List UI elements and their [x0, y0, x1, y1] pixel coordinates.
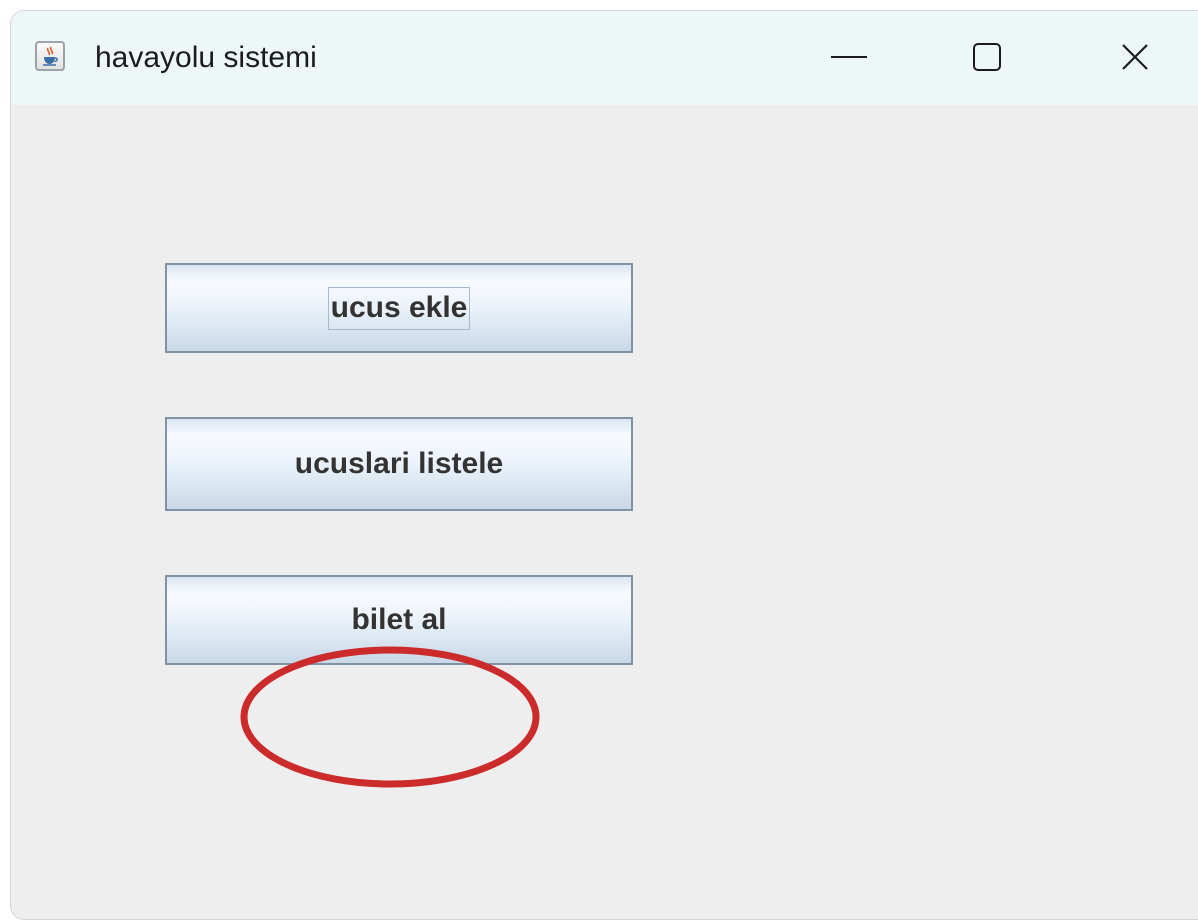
title-bar[interactable]: havayolu sistemi	[11, 11, 1198, 105]
ucus-ekle-label: ucus ekle	[327, 286, 471, 330]
content-pane: ucus ekle ucuslari listele bilet al	[11, 105, 1198, 919]
minimize-button[interactable]	[819, 31, 879, 83]
highlight-ellipse	[240, 646, 540, 788]
window-title: havayolu sistemi	[95, 41, 317, 74]
minimize-icon	[831, 56, 867, 58]
ucuslari-listele-label: ucuslari listele	[294, 447, 504, 480]
close-icon	[1122, 44, 1148, 70]
ucuslari-listele-button[interactable]: ucuslari listele	[165, 417, 633, 511]
bilet-al-button[interactable]: bilet al	[165, 575, 633, 665]
maximize-button[interactable]	[957, 31, 1017, 83]
maximize-icon	[973, 43, 1001, 71]
bilet-al-label: bilet al	[351, 603, 447, 636]
app-window: havayolu sistemi ucus ekle ucuslari list…	[10, 10, 1198, 920]
java-cup-icon	[35, 41, 65, 71]
ucus-ekle-button[interactable]: ucus ekle	[165, 263, 633, 353]
close-button[interactable]	[1105, 31, 1165, 83]
